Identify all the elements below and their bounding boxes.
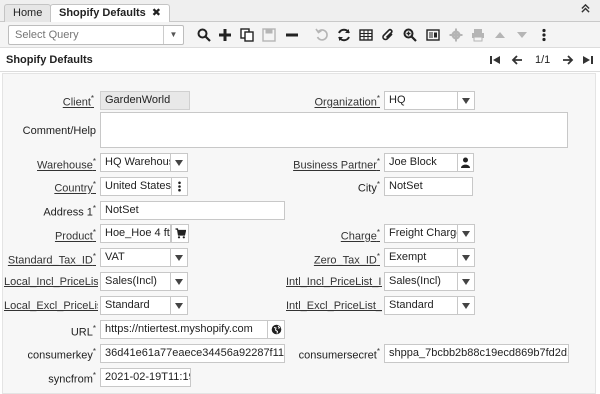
chevron-down-icon[interactable] bbox=[457, 272, 475, 291]
local-incl-pricelist-label[interactable]: Local_Incl_PriceList_I bbox=[4, 276, 98, 288]
comment-help-label: Comment/Help bbox=[22, 125, 96, 137]
local-excl-pricelist-field[interactable]: Standard bbox=[100, 296, 171, 315]
syncfrom-label: syncfrom* bbox=[48, 371, 96, 386]
business-partner-field[interactable]: Joe Block bbox=[384, 153, 458, 172]
url-field[interactable]: https://ntiertest.myshopify.com bbox=[100, 320, 268, 339]
cart-icon[interactable] bbox=[171, 224, 189, 243]
charge-field[interactable]: Freight Charge bbox=[384, 224, 458, 243]
consumerkey-label: consumerkey* bbox=[27, 347, 96, 362]
url-label: URL* bbox=[70, 324, 96, 339]
report-icon[interactable] bbox=[424, 26, 442, 44]
collapse-icon[interactable] bbox=[581, 3, 590, 16]
country-field[interactable]: United States bbox=[100, 177, 172, 196]
intl-excl-pricelist-field[interactable]: Standard bbox=[384, 296, 458, 315]
record-count: 1/1 bbox=[535, 54, 551, 66]
zero-tax-label[interactable]: Zero_Tax_ID* bbox=[290, 252, 380, 267]
consumersecret-label: consumersecret* bbox=[298, 347, 380, 362]
chevron-down-icon[interactable] bbox=[170, 296, 188, 315]
next-record-icon[interactable] bbox=[561, 53, 575, 67]
zero-tax-field[interactable]: Exempt bbox=[384, 248, 458, 267]
chevron-down-icon[interactable] bbox=[457, 248, 475, 267]
comment-help-field[interactable] bbox=[100, 112, 568, 148]
syncfrom-field[interactable]: 2021-02-19T11:19: bbox=[100, 368, 191, 387]
previous-record-icon[interactable] bbox=[510, 53, 524, 67]
up-icon bbox=[491, 26, 509, 44]
charge-label[interactable]: Charge* bbox=[290, 228, 380, 243]
chevron-down-icon[interactable] bbox=[457, 91, 475, 110]
organization-label[interactable]: Organization* bbox=[280, 94, 381, 109]
tab-bar: Home Shopify Defaults ✖ bbox=[0, 0, 600, 23]
address1-field[interactable]: NotSet bbox=[100, 201, 285, 220]
chevron-down-icon[interactable] bbox=[170, 272, 188, 291]
warehouse-field[interactable]: HQ Warehouse bbox=[100, 153, 171, 172]
tab-shopify-defaults-label: Shopify Defaults bbox=[59, 7, 146, 19]
first-record-icon[interactable] bbox=[488, 53, 502, 67]
intl-incl-pricelist-label[interactable]: Intl_Incl_PriceList_ID bbox=[286, 276, 382, 288]
city-field[interactable]: NotSet bbox=[384, 177, 473, 196]
more-vertical-icon[interactable] bbox=[171, 177, 188, 196]
local-incl-pricelist-field[interactable]: Sales(Incl) bbox=[100, 272, 171, 291]
organization-field[interactable]: HQ bbox=[384, 91, 458, 110]
toolbar: ▼ bbox=[0, 22, 600, 48]
country-label[interactable]: Country* bbox=[4, 180, 96, 195]
chevron-down-icon[interactable] bbox=[170, 153, 188, 172]
chevron-down-icon[interactable] bbox=[457, 224, 475, 243]
client-label[interactable]: Client* bbox=[4, 94, 94, 109]
save-icon bbox=[260, 26, 278, 44]
intl-excl-pricelist-label[interactable]: Intl_Excl_PriceList_ID bbox=[286, 300, 382, 312]
copy-icon[interactable] bbox=[238, 26, 256, 44]
address1-label: Address 1* bbox=[43, 204, 96, 219]
undo-icon bbox=[313, 26, 331, 44]
tab-shopify-defaults[interactable]: Shopify Defaults ✖ bbox=[50, 4, 171, 23]
user-icon[interactable] bbox=[457, 153, 474, 172]
delete-icon[interactable] bbox=[283, 26, 301, 44]
new-record-icon[interactable] bbox=[216, 26, 234, 44]
product-label[interactable]: Product* bbox=[4, 228, 96, 243]
more-icon[interactable] bbox=[535, 26, 553, 44]
grid-toggle-icon[interactable] bbox=[357, 26, 375, 44]
print-icon bbox=[469, 26, 487, 44]
attachment-icon[interactable] bbox=[379, 26, 397, 44]
select-query-input[interactable] bbox=[9, 26, 159, 44]
search-icon[interactable] bbox=[195, 26, 213, 44]
product-field[interactable]: Hoe_Hoe 4 ft bbox=[100, 224, 171, 243]
client-field: GardenWorld bbox=[100, 91, 190, 110]
refresh-icon[interactable] bbox=[335, 26, 353, 44]
chevron-down-icon[interactable] bbox=[170, 248, 188, 267]
last-record-icon[interactable] bbox=[581, 53, 595, 67]
standard-tax-label[interactable]: Standard_Tax_ID* bbox=[4, 252, 96, 267]
settings-icon bbox=[447, 26, 465, 44]
tab-home-label: Home bbox=[13, 7, 43, 19]
down-icon bbox=[513, 26, 531, 44]
city-label: City* bbox=[357, 180, 380, 195]
consumersecret-field[interactable]: shppa_7bcbb2b88c19ecd869b7fd2d1396 bbox=[384, 344, 569, 363]
business-partner-label[interactable]: Business Partner* bbox=[270, 157, 380, 172]
form-title-bar: Shopify Defaults 1/1 bbox=[0, 48, 600, 72]
warehouse-label[interactable]: Warehouse* bbox=[4, 157, 96, 172]
zoom-icon[interactable] bbox=[401, 26, 419, 44]
local-excl-pricelist-label[interactable]: Local_Excl_PriceList_I bbox=[4, 300, 98, 312]
chevron-down-icon[interactable]: ▼ bbox=[163, 26, 183, 44]
consumerkey-field[interactable]: 36d41e61a77eaece34456a92287f119f bbox=[100, 344, 285, 363]
standard-tax-field[interactable]: VAT bbox=[100, 248, 171, 267]
intl-incl-pricelist-field[interactable]: Sales(Incl) bbox=[384, 272, 458, 291]
tab-home[interactable]: Home bbox=[4, 4, 52, 22]
close-tab-icon[interactable]: ✖ bbox=[152, 7, 161, 19]
select-query-combo[interactable]: ▼ bbox=[8, 25, 184, 45]
globe-icon[interactable] bbox=[267, 320, 285, 339]
form-title: Shopify Defaults bbox=[6, 54, 93, 66]
chevron-down-icon[interactable] bbox=[457, 296, 475, 315]
